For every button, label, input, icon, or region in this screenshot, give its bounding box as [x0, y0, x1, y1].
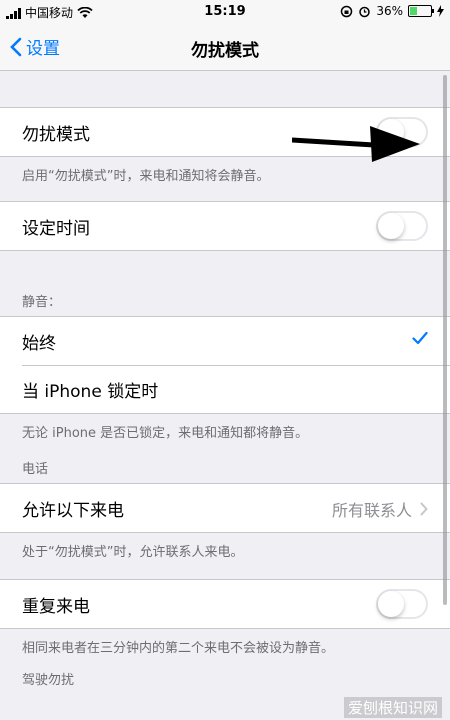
allow-calls-detail: 所有联系人	[332, 497, 428, 521]
checkmark-icon	[412, 331, 428, 345]
driving-header: 驾驶勿扰	[22, 673, 75, 688]
phone-note: 处于“勿扰模式”时，允许联系人来电。	[22, 545, 244, 560]
scrollbar[interactable]	[443, 75, 447, 605]
silence-group: 始终 当 iPhone 锁定时	[0, 316, 450, 414]
watermark: 爱刨根知识网	[343, 697, 442, 718]
battery-percent: 36%	[376, 4, 403, 18]
phone-group: 允许以下来电 所有联系人	[0, 483, 450, 533]
chevron-right-icon	[420, 502, 428, 516]
orientation-lock-icon	[341, 5, 353, 17]
status-bar: 中国移动 15:19 36%	[0, 0, 450, 24]
silence-option-label: 当 iPhone 锁定时	[22, 381, 159, 402]
schedule-group: 设定时间	[0, 201, 450, 251]
allow-calls-row[interactable]: 允许以下来电 所有联系人	[0, 484, 450, 532]
repeated-group: 重复来电	[0, 579, 450, 629]
dnd-label: 勿扰模式	[22, 124, 90, 145]
silence-header: 静音：	[22, 295, 62, 310]
battery-icon	[408, 5, 434, 17]
repeated-calls-row[interactable]: 重复来电	[0, 580, 450, 628]
schedule-label: 设定时间	[22, 218, 90, 239]
repeated-calls-label: 重复来电	[22, 596, 90, 617]
charging-icon	[437, 5, 444, 17]
silence-option-locked[interactable]: 当 iPhone 锁定时	[0, 365, 450, 413]
page-title: 勿扰模式	[191, 41, 259, 61]
schedule-row[interactable]: 设定时间	[0, 202, 450, 250]
allow-calls-value: 所有联系人	[331, 501, 412, 520]
repeated-note: 相同来电者在三分钟内的第二个来电不会被设为静音。	[22, 641, 335, 656]
repeated-calls-toggle[interactable]	[376, 589, 428, 619]
phone-header: 电话	[22, 462, 49, 477]
schedule-toggle[interactable]	[376, 211, 428, 241]
toggle-knob	[378, 213, 404, 239]
allow-calls-label: 允许以下来电	[22, 500, 124, 521]
navigation-bar: 设置 勿扰模式	[0, 24, 450, 71]
arrow-annotation-icon	[292, 126, 420, 162]
silence-note: 无论 iPhone 是否已锁定，来电和通知都将静音。	[22, 426, 309, 441]
silence-option-label: 始终	[22, 333, 56, 354]
alarm-icon	[359, 6, 371, 17]
toggle-knob	[378, 591, 404, 617]
silence-option-always[interactable]: 始终	[0, 317, 450, 365]
